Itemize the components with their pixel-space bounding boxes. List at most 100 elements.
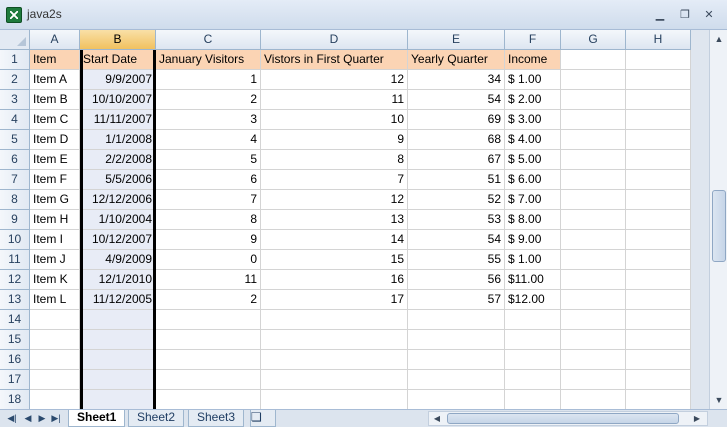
table-cell[interactable] <box>561 150 626 170</box>
row-header-9[interactable]: 9 <box>0 210 30 230</box>
table-cell[interactable] <box>561 210 626 230</box>
scroll-up-icon[interactable]: ▲ <box>713 33 725 45</box>
table-cell[interactable]: 9 <box>156 230 261 250</box>
column-header-a[interactable]: A <box>30 30 80 50</box>
table-cell[interactable]: Item E <box>30 150 80 170</box>
table-cell[interactable] <box>626 150 691 170</box>
scroll-down-icon[interactable]: ▼ <box>713 394 725 406</box>
table-cell[interactable]: 1/10/2004 <box>80 210 156 230</box>
table-cell[interactable]: 12/1/2010 <box>80 270 156 290</box>
table-cell[interactable] <box>408 330 505 350</box>
row-header-15[interactable]: 15 <box>0 330 30 350</box>
table-cell[interactable] <box>261 370 408 390</box>
table-cell[interactable] <box>156 330 261 350</box>
column-header-f[interactable]: F <box>505 30 561 50</box>
row-header-3[interactable]: 3 <box>0 90 30 110</box>
table-cell[interactable] <box>408 370 505 390</box>
table-cell[interactable]: 2/2/2008 <box>80 150 156 170</box>
table-cell[interactable]: $ 1.00 <box>505 250 561 270</box>
row-header-13[interactable]: 13 <box>0 290 30 310</box>
table-cell[interactable] <box>561 130 626 150</box>
table-cell[interactable] <box>80 330 156 350</box>
table-cell[interactable] <box>505 370 561 390</box>
table-cell[interactable]: 52 <box>408 190 505 210</box>
table-cell[interactable]: 2 <box>156 90 261 110</box>
minimize-icon[interactable]: ▁ <box>652 8 668 22</box>
table-cell[interactable] <box>261 330 408 350</box>
table-cell[interactable] <box>626 290 691 310</box>
table-cell[interactable] <box>156 390 261 410</box>
table-cell[interactable] <box>561 170 626 190</box>
row-header-10[interactable]: 10 <box>0 230 30 250</box>
table-cell[interactable] <box>626 210 691 230</box>
table-cell[interactable] <box>626 70 691 90</box>
table-cell[interactable] <box>626 310 691 330</box>
table-cell[interactable]: 56 <box>408 270 505 290</box>
table-cell[interactable] <box>626 390 691 410</box>
scroll-right-icon[interactable]: ▶ <box>691 413 703 425</box>
tab-sheet2[interactable]: Sheet2 <box>128 410 185 427</box>
table-cell[interactable] <box>408 310 505 330</box>
table-cell[interactable] <box>408 390 505 410</box>
header-cell[interactable]: Vistors in First Quarter <box>261 50 408 70</box>
table-cell[interactable] <box>626 250 691 270</box>
table-cell[interactable] <box>561 390 626 410</box>
row-header-11[interactable]: 11 <box>0 250 30 270</box>
row-header-7[interactable]: 7 <box>0 170 30 190</box>
table-cell[interactable] <box>626 90 691 110</box>
row-header-12[interactable]: 12 <box>0 270 30 290</box>
table-cell[interactable]: 11 <box>261 90 408 110</box>
header-cell[interactable]: Income <box>505 50 561 70</box>
header-cell[interactable]: Item <box>30 50 80 70</box>
horizontal-scroll-thumb[interactable] <box>447 413 679 424</box>
row-header-6[interactable]: 6 <box>0 150 30 170</box>
table-cell[interactable]: $ 7.00 <box>505 190 561 210</box>
table-cell[interactable] <box>626 170 691 190</box>
table-cell[interactable]: 4/9/2009 <box>80 250 156 270</box>
table-cell[interactable] <box>561 190 626 210</box>
table-cell[interactable] <box>156 350 261 370</box>
table-cell[interactable] <box>626 370 691 390</box>
row-header-18[interactable]: 18 <box>0 390 30 410</box>
column-header-e[interactable]: E <box>408 30 505 50</box>
table-cell[interactable]: Item B <box>30 90 80 110</box>
table-cell[interactable]: 7 <box>156 190 261 210</box>
table-cell[interactable]: Item I <box>30 230 80 250</box>
table-cell[interactable] <box>626 190 691 210</box>
restore-icon[interactable]: ❐ <box>677 8 693 22</box>
table-cell[interactable] <box>626 130 691 150</box>
table-cell[interactable]: Item K <box>30 270 80 290</box>
table-cell[interactable] <box>30 370 80 390</box>
table-cell[interactable] <box>561 230 626 250</box>
table-cell[interactable]: $ 8.00 <box>505 210 561 230</box>
table-cell[interactable]: 69 <box>408 110 505 130</box>
table-cell[interactable] <box>80 310 156 330</box>
row-header-14[interactable]: 14 <box>0 310 30 330</box>
table-cell[interactable]: $ 2.00 <box>505 90 561 110</box>
table-cell[interactable] <box>80 370 156 390</box>
table-cell[interactable] <box>408 350 505 370</box>
table-cell[interactable] <box>505 390 561 410</box>
row-header-8[interactable]: 8 <box>0 190 30 210</box>
table-cell[interactable]: 67 <box>408 150 505 170</box>
table-cell[interactable] <box>30 330 80 350</box>
table-cell[interactable]: 1/1/2008 <box>80 130 156 150</box>
table-cell[interactable]: 11/11/2007 <box>80 110 156 130</box>
table-cell[interactable]: 8 <box>261 150 408 170</box>
table-cell[interactable]: 53 <box>408 210 505 230</box>
table-cell[interactable]: 2 <box>156 290 261 310</box>
table-cell[interactable]: $ 4.00 <box>505 130 561 150</box>
table-cell[interactable]: 6 <box>156 170 261 190</box>
tab-sheet1[interactable]: Sheet1 <box>68 410 126 427</box>
table-cell[interactable] <box>261 350 408 370</box>
table-cell[interactable]: 12/12/2006 <box>80 190 156 210</box>
table-cell[interactable] <box>261 310 408 330</box>
table-cell[interactable] <box>156 310 261 330</box>
table-cell[interactable]: 9/9/2007 <box>80 70 156 90</box>
table-cell[interactable] <box>261 390 408 410</box>
table-cell[interactable]: 55 <box>408 250 505 270</box>
table-cell[interactable] <box>30 350 80 370</box>
horizontal-scrollbar[interactable]: ◀ ▶ <box>428 411 708 426</box>
table-cell[interactable]: 8 <box>156 210 261 230</box>
table-cell[interactable] <box>561 90 626 110</box>
